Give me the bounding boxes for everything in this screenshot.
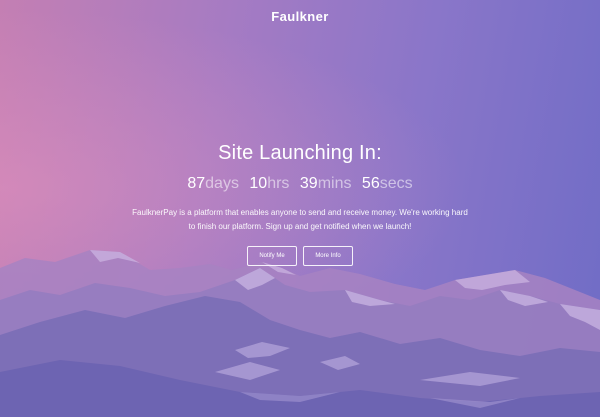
countdown-minutes: 39mins	[300, 172, 352, 196]
countdown-minutes-unit: mins	[317, 175, 352, 192]
brand-logo[interactable]: Faulkner	[0, 9, 600, 24]
page-title: Site Launching In:	[218, 142, 382, 164]
more-info-button[interactable]: More Info	[303, 246, 353, 266]
description-text: FaulknerPay is a platform that enables a…	[132, 208, 468, 231]
countdown-timer: 87days 10hrs 39mins 56secs	[0, 172, 600, 196]
cta-buttons: Notify Me More Info	[0, 246, 600, 266]
countdown-seconds-unit: secs	[379, 175, 413, 192]
countdown-seconds: 56secs	[362, 172, 413, 196]
countdown-hours: 10hrs	[249, 172, 289, 196]
countdown-seconds-value: 56	[361, 175, 380, 192]
countdown-days-unit: days	[205, 175, 239, 192]
countdown-minutes-value: 39	[299, 175, 318, 192]
notify-me-button[interactable]: Notify Me	[247, 246, 297, 266]
countdown-days: 87days	[187, 172, 239, 196]
countdown-days-value: 87	[187, 175, 206, 192]
landing-page: Faulkner Site Launching In: 87days 10hrs…	[0, 0, 600, 417]
countdown-hours-value: 10	[249, 175, 268, 192]
hero-section: Site Launching In: 87days 10hrs 39mins 5…	[0, 138, 600, 266]
countdown-hours-unit: hrs	[267, 175, 290, 192]
